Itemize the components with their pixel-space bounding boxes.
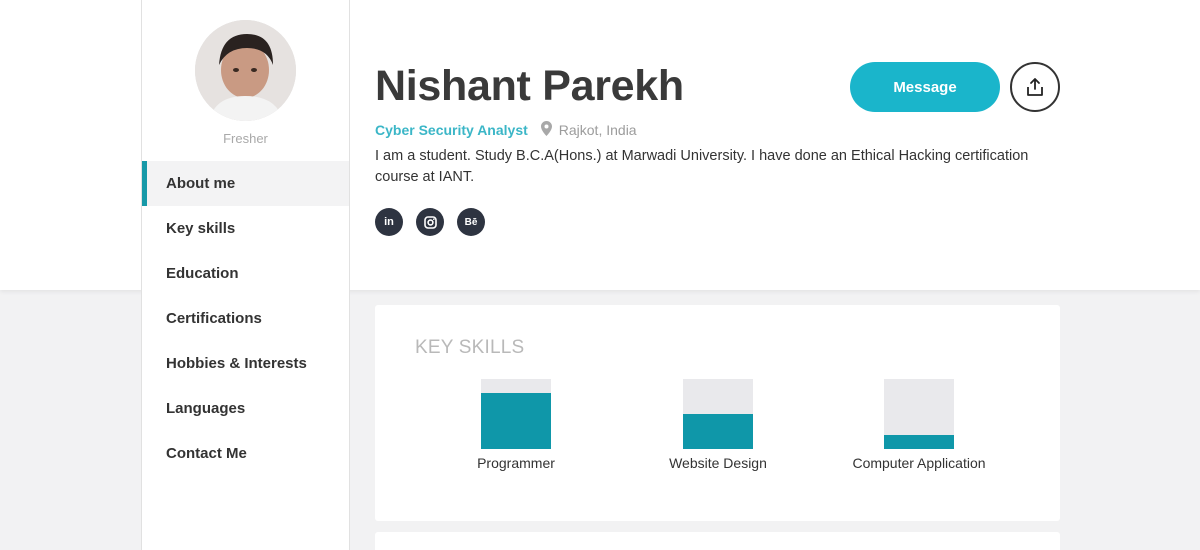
sidebar-item-about-me[interactable]: About me — [142, 161, 349, 206]
profile-role: Cyber Security Analyst — [375, 122, 528, 138]
sidebar-item-contact-me[interactable]: Contact Me — [142, 431, 349, 476]
profile-meta: Cyber Security Analyst Rajkot, India — [375, 121, 637, 139]
skill-bar-fill — [683, 414, 753, 449]
profile-bio: I am a student. Study B.C.A(Hons.) at Ma… — [375, 148, 1029, 185]
location-pin-icon — [540, 121, 552, 139]
skill-item: Computer Application — [834, 379, 1004, 471]
sidebar-item-key-skills[interactable]: Key skills — [142, 206, 349, 251]
skill-label: Website Design — [669, 455, 767, 471]
sidebar-nav: About me Key skills Education Certificat… — [142, 161, 349, 476]
skill-item: Website Design — [633, 379, 803, 471]
skill-label: Computer Application — [852, 455, 986, 471]
skill-bar — [481, 379, 551, 449]
profile-name: Nishant Parekh — [375, 62, 684, 110]
key-skills-title: KEY SKILLS — [415, 337, 525, 358]
social-links: in Bē — [375, 208, 485, 236]
skill-item: Programmer — [431, 379, 601, 471]
skill-bar-fill — [884, 435, 954, 449]
skill-bar-fill — [481, 393, 551, 449]
sidebar: Fresher About me Key skills Education Ce… — [141, 0, 350, 550]
sidebar-item-languages[interactable]: Languages — [142, 386, 349, 431]
key-skills-card: KEY SKILLS Programmer Website Design Com… — [375, 305, 1060, 521]
avatar — [195, 20, 296, 121]
sidebar-item-certifications[interactable]: Certifications — [142, 296, 349, 341]
share-button[interactable] — [1010, 62, 1060, 112]
behance-icon[interactable]: Bē — [457, 208, 485, 236]
linkedin-icon[interactable]: in — [375, 208, 403, 236]
skill-label: Programmer — [477, 455, 555, 471]
message-button[interactable]: Message — [850, 62, 1000, 112]
share-icon — [1027, 78, 1043, 96]
skill-bar — [884, 379, 954, 449]
profile-location: Rajkot, India — [558, 122, 637, 138]
profile-status: Fresher — [223, 131, 268, 146]
instagram-icon[interactable] — [416, 208, 444, 236]
sidebar-item-education[interactable]: Education — [142, 251, 349, 296]
next-section-card — [375, 532, 1060, 550]
skill-bar — [683, 379, 753, 449]
sidebar-item-hobbies[interactable]: Hobbies & Interests — [142, 341, 349, 386]
